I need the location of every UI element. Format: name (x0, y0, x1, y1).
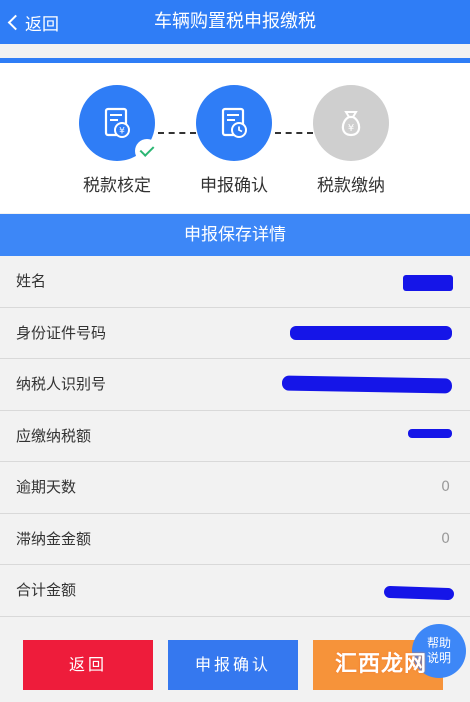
step-circle: ¥ (79, 85, 159, 163)
redaction-mark (403, 275, 453, 291)
row-label: 身份证件号码 (16, 323, 107, 342)
app-header: 返回 车辆购置税申报缴税 (0, 0, 470, 44)
step-tax-assessment: ¥ 税款核定 (62, 85, 172, 196)
row-label: 应缴纳税额 (16, 426, 92, 445)
row-overdue-days: 逾期天数 0 (0, 462, 470, 514)
redaction-mark (290, 325, 452, 340)
document-clock-icon (221, 107, 247, 138)
step-circle (196, 85, 272, 161)
check-icon (135, 139, 159, 163)
row-label: 纳税人识别号 (16, 375, 107, 393)
progress-steps: ¥ 税款核定 申报确认 ¥ 税款缴纳 (0, 63, 470, 213)
back-button[interactable]: 返回 (23, 640, 153, 690)
step-tax-payment: ¥ 税款缴纳 (296, 85, 406, 196)
section-title: 申报保存详情 (0, 214, 470, 256)
redaction-mark (408, 428, 452, 438)
step-label: 税款核定 (83, 176, 151, 196)
row-taxpayer-id: 纳税人识别号 (0, 359, 470, 411)
row-label: 逾期天数 (16, 478, 77, 496)
confirm-declaration-button[interactable]: 申报确认 (168, 640, 298, 690)
row-name: 姓名 (0, 256, 470, 308)
watermark-text: 汇西龙网 (335, 652, 428, 677)
step-circle: ¥ (313, 85, 389, 161)
detail-list: 姓名 身份证件号码 纳税人识别号 应缴纳税额 逾期天数 0 滞纳金金额 0 合计… (0, 256, 470, 617)
row-tax-due: 应缴纳税额 (0, 410, 470, 462)
document-yen-icon: ¥ (104, 107, 130, 138)
redaction-mark (383, 585, 455, 601)
row-late-fee: 滞纳金金额 0 (0, 513, 470, 565)
step-label: 税款缴纳 (317, 176, 385, 196)
svg-text:¥: ¥ (348, 123, 354, 134)
page-title: 车辆购置税申报缴税 (154, 11, 316, 32)
redaction-mark (281, 375, 453, 394)
row-total: 合计金额 (0, 565, 470, 617)
step-declaration-confirm: 申报确认 (179, 85, 289, 196)
step-label: 申报确认 (200, 176, 268, 196)
row-label: 滞纳金金额 (16, 529, 92, 548)
row-value: 0 (441, 479, 450, 495)
row-id-number: 身份证件号码 (0, 307, 470, 359)
row-value: 0 (441, 530, 450, 547)
row-label: 合计金额 (16, 581, 77, 599)
money-bag-icon: ¥ (341, 111, 361, 137)
svg-text:¥: ¥ (119, 127, 125, 137)
row-label: 姓名 (16, 272, 47, 290)
